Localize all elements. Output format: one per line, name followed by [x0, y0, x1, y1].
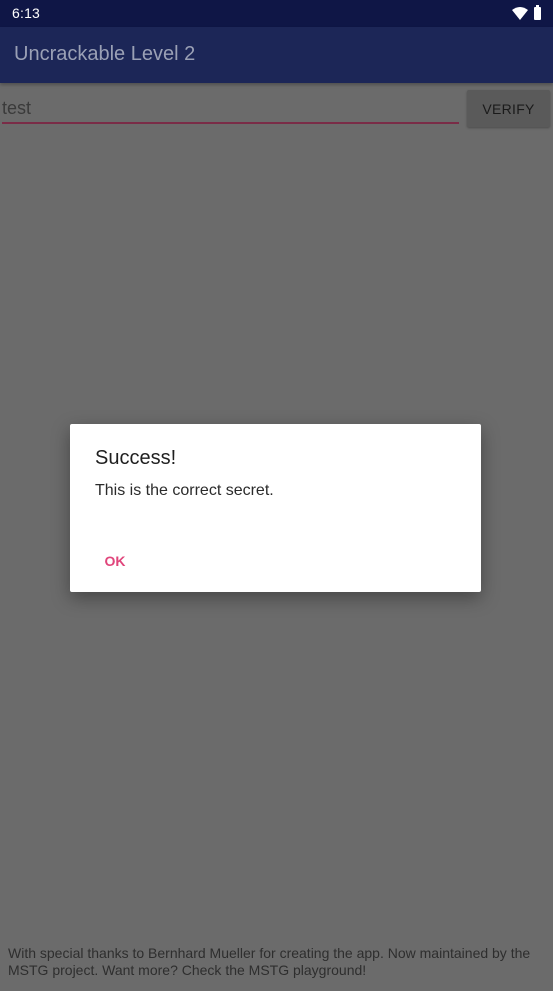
footer-text: With special thanks to Bernhard Mueller …	[8, 945, 531, 978]
wifi-icon	[512, 7, 528, 20]
dialog-message: This is the correct secret.	[95, 482, 274, 499]
status-icons	[512, 5, 541, 21]
app-bar: Uncrackable Level 2	[0, 27, 553, 83]
status-bar: 6:13	[0, 0, 553, 27]
success-dialog: Success! This is the correct secret. OK	[70, 424, 481, 592]
status-time: 6:13	[12, 5, 41, 21]
input-row: VERIFY	[0, 84, 553, 132]
secret-input[interactable]	[2, 94, 459, 124]
dialog-title: Success!	[95, 447, 177, 469]
battery-icon	[534, 5, 541, 20]
verify-button[interactable]: VERIFY	[467, 90, 550, 127]
ok-button[interactable]: OK	[94, 547, 136, 575]
app-title: Uncrackable Level 2	[14, 43, 196, 65]
screen: 6:13 Uncrackable Level 2 VERIFY With spe…	[0, 0, 553, 991]
